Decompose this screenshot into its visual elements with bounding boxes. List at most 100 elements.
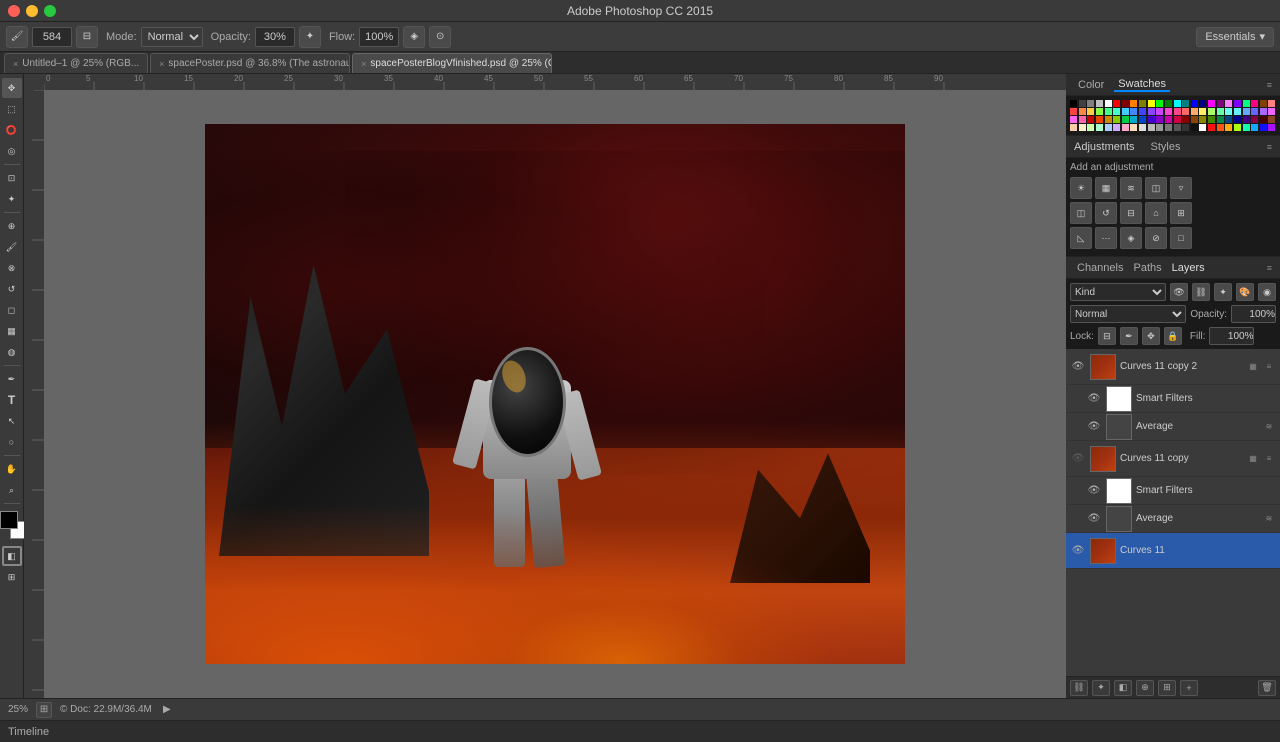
options-icon-c2[interactable]: ≡	[1262, 360, 1276, 374]
tab-close-1[interactable]: ×	[159, 59, 164, 69]
tab-2[interactable]: × spacePosterBlogVfinished.psd @ 25% (Cu…	[352, 53, 552, 73]
swatch-44ffcc[interactable]	[1113, 108, 1120, 115]
brush-size-input[interactable]: 584	[32, 27, 72, 47]
lock-all-btn[interactable]: 🔒	[1164, 327, 1182, 345]
swatch-4400cc[interactable]	[1148, 116, 1155, 123]
swatches-tab[interactable]: Swatches	[1114, 78, 1170, 92]
styles-tab[interactable]: Styles	[1147, 141, 1185, 153]
swatch-808080[interactable]	[1087, 100, 1094, 107]
swatch-66eeff[interactable]	[1234, 108, 1241, 115]
swatch-aa66ff[interactable]	[1260, 108, 1267, 115]
hand-btn[interactable]: ✋	[2, 459, 22, 479]
swatch-ffee66[interactable]	[1199, 108, 1206, 115]
brightness-adj-btn[interactable]: ☀	[1070, 177, 1092, 199]
swatch-777777[interactable]	[1165, 124, 1172, 131]
swatch-ff0000[interactable]	[1113, 100, 1120, 107]
layer-average-2[interactable]: 👁 Average ≋	[1066, 505, 1280, 533]
layer-kind-select[interactable]: Kind	[1070, 283, 1166, 301]
swatch-ff4488[interactable]	[1174, 108, 1181, 115]
swatch-ffddbb[interactable]	[1130, 124, 1137, 131]
layer-curves11[interactable]: 👁 Curves 11	[1066, 533, 1280, 569]
black-white-btn[interactable]: ⌂	[1145, 202, 1167, 224]
style-filter-btn[interactable]: ✦	[1214, 283, 1232, 301]
swatch-ffcc44[interactable]	[1087, 108, 1094, 115]
new-group-btn[interactable]: ⊞	[1158, 680, 1176, 696]
swatch-4488ff[interactable]	[1130, 108, 1137, 115]
layers-tab[interactable]: Layers	[1169, 262, 1208, 274]
swatch-884422[interactable]	[1268, 116, 1275, 123]
swatch-004488[interactable]	[1225, 116, 1232, 123]
swatch-884400[interactable]	[1191, 116, 1198, 123]
swatch-888800[interactable]	[1199, 116, 1206, 123]
swatch-8800cc[interactable]	[1156, 116, 1163, 123]
path-select-btn[interactable]: ↖	[2, 411, 22, 431]
doc-info-arrow-btn[interactable]: ▶	[160, 703, 174, 717]
swatch-880000[interactable]	[1182, 116, 1189, 123]
visibility-curves11[interactable]: 👁	[1070, 543, 1086, 559]
flow-input[interactable]: 100%	[359, 27, 399, 47]
swatch-0000ff[interactable]	[1191, 100, 1198, 107]
swatch-008000[interactable]	[1165, 100, 1172, 107]
history-btn[interactable]: ↺	[2, 279, 22, 299]
brush-options-btn[interactable]: 🖌	[6, 26, 28, 48]
swatch-008080[interactable]	[1182, 100, 1189, 107]
swatch-999999[interactable]	[1156, 124, 1163, 131]
swatch-00cc44[interactable]	[1122, 116, 1129, 123]
adjustments-title[interactable]: Adjustments	[1074, 141, 1135, 153]
essentials-menu[interactable]: Essentials ▾	[1196, 27, 1274, 47]
swatch-6666ff[interactable]	[1251, 108, 1258, 115]
avg2-icon[interactable]: ≋	[1262, 512, 1276, 526]
swatch-880044[interactable]	[1251, 116, 1258, 123]
vibrance-adj-btn[interactable]: ◫	[1070, 202, 1092, 224]
swatch-440088[interactable]	[1243, 116, 1250, 123]
eyedropper-btn[interactable]: ✦	[2, 189, 22, 209]
adj-collapse-btn[interactable]: ≡	[1267, 142, 1272, 152]
blend-mode-select[interactable]: Normal	[141, 27, 203, 47]
swatch-ff66ee[interactable]	[1070, 116, 1077, 123]
swatch-ccaaff[interactable]	[1113, 124, 1120, 131]
swatch-66aaff[interactable]	[1243, 108, 1250, 115]
levels-adj-btn[interactable]: ▦	[1095, 177, 1117, 199]
swatch-00ffff[interactable]	[1174, 100, 1181, 107]
rectangle-select-btn[interactable]: ⬚	[2, 99, 22, 119]
add-mask-btn[interactable]: ◧	[1114, 680, 1132, 696]
new-layer-btn[interactable]: +	[1180, 680, 1198, 696]
swatch-808000[interactable]	[1139, 100, 1146, 107]
move-tool-btn[interactable]: ✥	[2, 78, 22, 98]
invert-btn[interactable]: ◺	[1070, 227, 1092, 249]
swatch-00ff80[interactable]	[1243, 100, 1250, 107]
swatch-cc0044[interactable]	[1174, 116, 1181, 123]
tab-1[interactable]: × spacePoster.psd @ 36.8% (The astronaut…	[150, 53, 350, 73]
swatch-aaff66[interactable]	[1208, 108, 1215, 115]
ellipse-btn[interactable]: ○	[2, 432, 22, 452]
swatch-440000[interactable]	[1260, 116, 1267, 123]
swatch-000080[interactable]	[1199, 100, 1206, 107]
close-window-btn[interactable]	[8, 5, 20, 17]
maximize-window-btn[interactable]	[44, 5, 56, 17]
swatch-aaff11[interactable]	[1234, 124, 1241, 131]
swatch-aaccff[interactable]	[1105, 124, 1112, 131]
avg1-icon[interactable]: ≋	[1262, 420, 1276, 434]
swatch-00ff00[interactable]	[1156, 100, 1163, 107]
swatch-bbbbbb[interactable]	[1148, 124, 1155, 131]
lock-pixels-btn[interactable]: ✒	[1120, 327, 1138, 345]
swatch-800080[interactable]	[1217, 100, 1224, 107]
layer-average-1[interactable]: 👁 Average ≋	[1066, 413, 1280, 441]
layer-opacity-input[interactable]: 100%	[1231, 305, 1276, 323]
zoom-fit-btn[interactable]: ⊞	[36, 702, 52, 718]
swatch-ffeecc[interactable]	[1079, 124, 1086, 131]
layer-smart-filters-1[interactable]: 👁 Smart Filters	[1066, 385, 1280, 413]
swatch-404040[interactable]	[1079, 100, 1086, 107]
swatch-66ffee[interactable]	[1225, 108, 1232, 115]
swatch-ffff00[interactable]	[1148, 100, 1155, 107]
swatch-11ffaa[interactable]	[1243, 124, 1250, 131]
add-style-btn[interactable]: ✦	[1092, 680, 1110, 696]
color-balance-btn[interactable]: ⊟	[1120, 202, 1142, 224]
text-btn[interactable]: T	[2, 390, 22, 410]
filter-icon-c2[interactable]: ▦	[1246, 360, 1260, 374]
swatch-ff1111[interactable]	[1208, 124, 1215, 131]
color-tab[interactable]: Color	[1074, 79, 1108, 91]
brush-btn[interactable]: 🖌	[2, 237, 22, 257]
swatch-cc0000[interactable]	[1087, 116, 1094, 123]
blur-btn[interactable]: ◍	[2, 342, 22, 362]
